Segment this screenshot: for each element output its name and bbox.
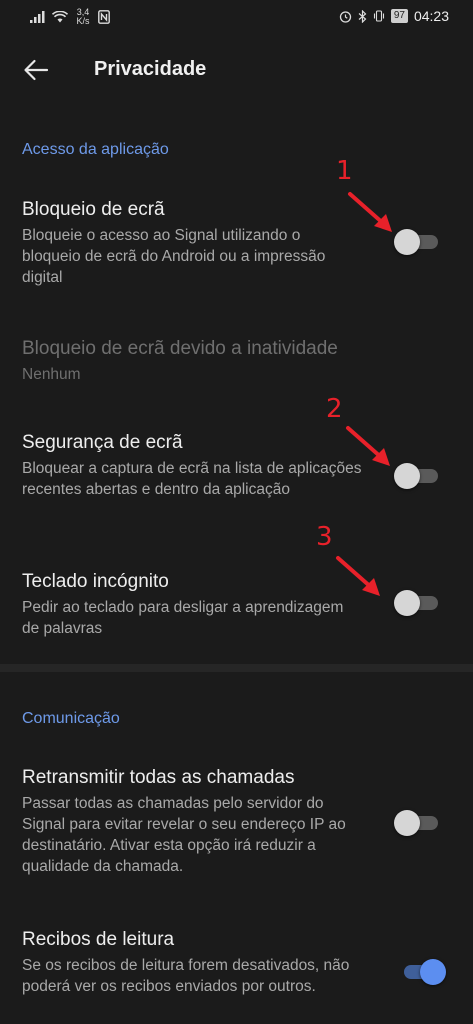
section-divider <box>0 664 473 672</box>
pref-incognito-keyboard-summary: Pedir ao teclado para desligar a aprendi… <box>22 599 344 637</box>
pref-screen-lock-summary: Bloqueie o acesso ao Signal utilizando o… <box>22 227 326 286</box>
status-bar-left: 3,4 K/s <box>30 8 110 26</box>
alarm-icon <box>339 10 351 23</box>
page-title: Privacidade <box>94 58 207 80</box>
status-bar-right: 97 04:23 <box>339 8 449 24</box>
pref-inactivity-lock-summary: Nenhum <box>22 366 81 383</box>
switch-thumb <box>420 959 446 985</box>
pref-incognito-keyboard[interactable]: Teclado incógnito Pedir ao teclado para … <box>22 570 362 639</box>
pref-read-receipts-title: Recibos de leitura <box>22 929 175 950</box>
screen-lock-switch[interactable] <box>394 227 442 257</box>
clock: 04:23 <box>413 8 449 24</box>
switch-thumb <box>394 810 420 836</box>
pref-relay-calls-summary: Passar todas as chamadas pelo servidor d… <box>22 795 346 875</box>
annotation-number-3: 3 <box>316 522 333 552</box>
section-header-app-access: Acesso da aplicação <box>22 141 169 158</box>
annotation-arrow-3-icon <box>336 556 380 596</box>
annotation-number-1: 1 <box>336 156 353 186</box>
pref-relay-calls-title: Retransmitir todas as chamadas <box>22 767 295 788</box>
pref-relay-calls[interactable]: Retransmitir todas as chamadas Passar to… <box>22 766 362 877</box>
incognito-keyboard-switch[interactable] <box>394 588 442 618</box>
back-button[interactable] <box>14 48 58 92</box>
read-receipts-switch[interactable] <box>398 957 446 987</box>
pref-inactivity-lock: Bloqueio de ecrã devido a inatividade Ne… <box>22 337 362 385</box>
pref-read-receipts-summary: Se os recibos de leitura forem desativad… <box>22 957 350 995</box>
vibrate-icon <box>373 10 384 22</box>
network-speed: 3,4 K/s <box>74 8 92 26</box>
switch-thumb <box>394 590 420 616</box>
network-speed-unit: K/s <box>76 16 90 26</box>
pref-screen-security[interactable]: Segurança de ecrã Bloquear a captura de … <box>22 431 362 500</box>
battery-indicator: 97 <box>390 9 408 23</box>
pref-incognito-keyboard-title: Teclado incógnito <box>22 571 169 592</box>
toolbar: Privacidade <box>0 34 473 106</box>
pref-read-receipts[interactable]: Recibos de leitura Se os recibos de leit… <box>22 928 362 997</box>
status-bar: 3,4 K/s 97 04:23 <box>0 0 473 34</box>
section-header-communication: Comunicação <box>22 710 120 727</box>
wifi-icon <box>52 11 68 23</box>
bluetooth-icon <box>358 9 367 23</box>
signal-strength-icon <box>30 11 45 23</box>
pref-screen-lock-title: Bloqueio de ecrã <box>22 199 165 220</box>
annotation-arrow-2-icon <box>346 426 390 466</box>
switch-thumb <box>394 463 420 489</box>
relay-calls-switch[interactable] <box>394 808 442 838</box>
nfc-icon <box>98 10 110 24</box>
arrow-left-icon <box>24 59 49 81</box>
pref-screen-lock[interactable]: Bloqueio de ecrã Bloqueie o acesso ao Si… <box>22 198 362 288</box>
annotation-number-2: 2 <box>326 394 343 424</box>
annotation-arrow-1-icon <box>348 192 392 232</box>
screen-security-switch[interactable] <box>394 461 442 491</box>
pref-screen-security-title: Segurança de ecrã <box>22 432 183 453</box>
pref-inactivity-lock-title: Bloqueio de ecrã devido a inatividade <box>22 338 338 359</box>
pref-screen-security-summary: Bloquear a captura de ecrã na lista de a… <box>22 460 362 498</box>
